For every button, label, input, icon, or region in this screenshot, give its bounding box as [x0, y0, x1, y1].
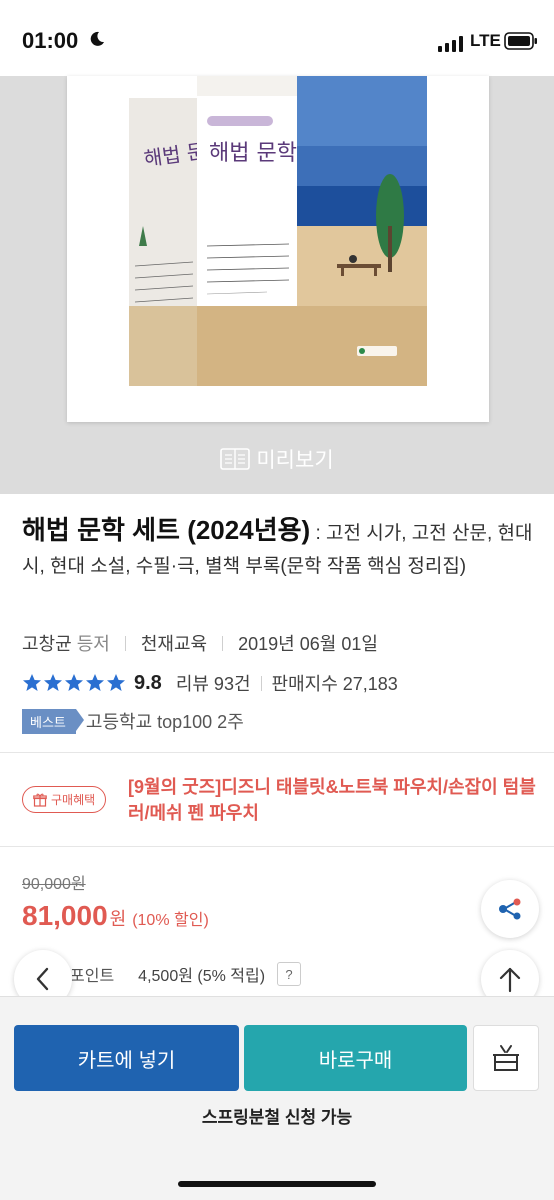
- status-time: 01:00: [22, 28, 79, 53]
- gift-icon: [33, 793, 47, 807]
- rating-value: 9.8: [134, 671, 162, 694]
- sale-currency: 원: [109, 909, 127, 929]
- preview-button[interactable]: 미리보기: [0, 444, 554, 474]
- list-price: 90,000원: [22, 876, 86, 893]
- product-title-block: 해법 문학 세트 (2024년용) : 고전 시가, 고전 산문, 현대 시, …: [22, 514, 534, 583]
- preview-label: 미리보기: [256, 449, 334, 472]
- product-meta: 고창균 등저 천재교육 2019년 06월 01일: [22, 630, 378, 656]
- publish-date: 2019년 06월 01일: [238, 634, 378, 654]
- point-value: 4,500원 (5% 적립): [138, 968, 266, 985]
- bottom-action-bar: 카트에 넣기 바로구매 스프링분철 신청 가능: [0, 996, 554, 1200]
- star-icon: [65, 674, 83, 691]
- sale-row: 81,000 원 (10% 할인): [22, 900, 209, 932]
- star-icon: [107, 674, 125, 691]
- best-badge: 베스트: [22, 708, 84, 734]
- benefit-badge: 구매혜택: [22, 786, 107, 813]
- book-cover-image[interactable]: 해법 문학 해법 문학: [67, 76, 489, 422]
- book-box-illustration: 해법 문학 해법 문학: [129, 76, 427, 386]
- divider: [260, 675, 262, 691]
- discount-rate: (10% 할인): [132, 912, 209, 929]
- benefit-text: [9월의 굿즈]디즈니 태블릿&노트북 파우치/손잡이 텀블러/메쉬 펜 파우치: [128, 777, 536, 823]
- star-icon: [86, 674, 104, 691]
- chevron-left-icon: [36, 967, 49, 991]
- gift-button[interactable]: [473, 1025, 539, 1091]
- author-role: 등저: [76, 634, 110, 654]
- review-count-link[interactable]: 리뷰 93건: [176, 670, 251, 696]
- moon-icon: [90, 31, 104, 46]
- battery-icon: [504, 32, 537, 50]
- divider: [124, 636, 126, 651]
- network-type: LTE: [470, 31, 501, 50]
- share-icon: [499, 898, 521, 920]
- section-divider: [0, 846, 554, 847]
- share-button[interactable]: [481, 880, 539, 938]
- cover-area[interactable]: 해법 문학 해법 문학 미리보기: [0, 76, 554, 494]
- home-indicator: [178, 1181, 376, 1187]
- divider: [222, 636, 224, 651]
- add-to-cart-button[interactable]: 카트에 넣기: [14, 1025, 239, 1091]
- status-bar: 01:00 LTE: [0, 0, 554, 76]
- signal-icon: [438, 36, 463, 52]
- best-rank: 고등학교 top100 2주: [85, 712, 244, 732]
- point-label: 포인트: [70, 968, 115, 985]
- sales-index: 판매지수 27,183: [271, 674, 398, 694]
- rating-row: 9.8 리뷰 93건 판매지수 27,183: [22, 670, 398, 696]
- buy-now-button[interactable]: 바로구매: [244, 1025, 467, 1091]
- star-icon: [23, 674, 41, 691]
- benefit-badge-label: 구매혜택: [51, 793, 96, 807]
- point-help-button[interactable]: ?: [277, 962, 302, 986]
- arrow-up-icon: [499, 967, 521, 993]
- author-link[interactable]: 고창균: [22, 634, 72, 654]
- price-block: 90,000원 81,000 원 (10% 할인): [22, 870, 209, 932]
- sale-price: 81,000: [22, 900, 108, 931]
- gift-icon: [493, 1045, 519, 1071]
- spring-binding-notice[interactable]: 스프링분철 신청 가능: [0, 1103, 554, 1128]
- best-row[interactable]: 베스트 고등학교 top100 2주: [22, 708, 244, 734]
- product-title: 해법 문학 세트 (2024년용): [22, 515, 311, 545]
- publisher-link[interactable]: 천재교육: [141, 634, 207, 654]
- book-preview-icon: [220, 448, 251, 470]
- rating-stars: [22, 673, 126, 693]
- star-icon: [44, 674, 62, 691]
- section-divider: [0, 752, 554, 753]
- front-title-art: 해법 문학: [209, 141, 297, 166]
